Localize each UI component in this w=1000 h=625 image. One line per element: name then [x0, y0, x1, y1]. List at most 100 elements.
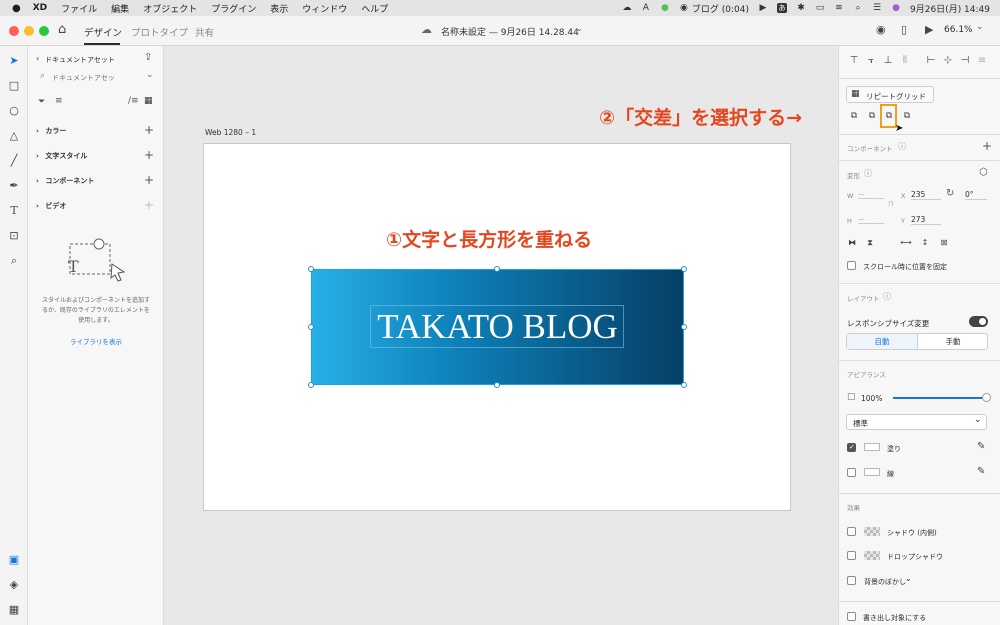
- opacity-slider-track[interactable]: [893, 397, 984, 399]
- sort-icon[interactable]: ≡: [55, 96, 63, 106]
- border-checkbox[interactable]: [847, 468, 856, 477]
- rotate-icon[interactable]: ↻: [946, 188, 954, 199]
- selection-handle-middle-right[interactable]: [681, 324, 687, 330]
- filter-icon[interactable]: ⏷: [38, 97, 45, 107]
- rotation-field[interactable]: 0°: [965, 190, 987, 200]
- transform-grid-icon[interactable]: ⊠: [938, 237, 950, 249]
- pen-tool-icon[interactable]: ✒: [6, 178, 22, 194]
- home-icon[interactable]: ⌂: [58, 22, 66, 37]
- menu-window[interactable]: ウィンドウ: [302, 2, 347, 15]
- search-icon[interactable]: ⌕: [853, 3, 863, 13]
- text-tool-icon[interactable]: T: [6, 203, 22, 219]
- zoom-window-button[interactable]: [39, 26, 49, 36]
- minimize-window-button[interactable]: [24, 26, 34, 36]
- control-center-icon[interactable]: ☰: [872, 3, 882, 13]
- search-box[interactable]: ⌕ ⌄: [36, 70, 158, 85]
- subtract-icon[interactable]: ⧉: [866, 110, 878, 122]
- width-field[interactable]: —: [858, 190, 884, 199]
- zoom-chevron-icon[interactable]: ⌄: [976, 22, 984, 32]
- responsive-resize-toggle[interactable]: [969, 316, 988, 327]
- bluetooth-icon[interactable]: ✱: [796, 3, 806, 13]
- align-right-icon[interactable]: ⊣: [959, 55, 971, 67]
- selection-handle-top-center[interactable]: [494, 266, 500, 272]
- menu-object[interactable]: オブジェクト: [143, 2, 197, 15]
- ellipse-tool-icon[interactable]: ○: [6, 103, 22, 119]
- play-circle-icon[interactable]: ▶: [758, 3, 768, 13]
- selection-handle-top-left[interactable]: [308, 266, 314, 272]
- inner-shadow-checkbox[interactable]: [847, 527, 856, 536]
- add-union-icon[interactable]: ⧉: [848, 110, 860, 122]
- siri-icon[interactable]: ●: [891, 3, 901, 13]
- list-view-icon[interactable]: /≡: [128, 96, 139, 106]
- search-dropdown-icon[interactable]: ⌄: [146, 70, 154, 80]
- share-export-icon[interactable]: ⇪: [144, 52, 152, 63]
- info-icon[interactable]: ⓘ: [864, 168, 872, 179]
- opacity-value[interactable]: 100%: [861, 394, 882, 403]
- artboard-tool-icon[interactable]: ⊡: [6, 228, 22, 244]
- manual-segment[interactable]: 手動: [918, 334, 988, 349]
- back-chevron-icon[interactable]: ‹: [36, 54, 39, 63]
- lock-aspect-icon[interactable]: ⊓: [888, 200, 893, 208]
- layers-panel-icon[interactable]: ◈: [6, 577, 22, 593]
- play-preview-icon[interactable]: ▶: [925, 23, 933, 36]
- add-video-icon[interactable]: +: [144, 198, 154, 212]
- menu-view[interactable]: 表示: [270, 2, 288, 15]
- status-green-dot-icon[interactable]: ●: [660, 3, 670, 13]
- add-component-icon[interactable]: +: [982, 139, 992, 153]
- selection-handle-bottom-right[interactable]: [681, 382, 687, 388]
- align-left-icon[interactable]: ⊢: [925, 55, 937, 67]
- section-video[interactable]: › ビデオ +: [36, 198, 156, 213]
- info-icon[interactable]: ⓘ: [883, 291, 891, 302]
- background-blur-checkbox[interactable]: [847, 576, 856, 585]
- apple-icon[interactable]: ●: [12, 3, 21, 14]
- menu-app-name[interactable]: XD: [33, 3, 47, 13]
- triangle-tool-icon[interactable]: △: [6, 128, 22, 144]
- height-field[interactable]: —: [858, 215, 884, 224]
- flip-vertical-icon[interactable]: ⧗: [864, 237, 876, 249]
- align-center-icon[interactable]: ⊹: [942, 55, 954, 67]
- section-colors[interactable]: › カラー +: [36, 123, 156, 138]
- fill-checkbox[interactable]: [847, 443, 856, 452]
- input-method-icon[interactable]: あ: [777, 3, 787, 13]
- tab-share[interactable]: 共有: [195, 25, 214, 39]
- tab-prototype[interactable]: プロトタイプ: [131, 25, 188, 39]
- add-component-icon[interactable]: +: [144, 173, 154, 187]
- opacity-slider-thumb[interactable]: [982, 393, 991, 402]
- selection-handle-bottom-left[interactable]: [308, 382, 314, 388]
- add-color-icon[interactable]: +: [144, 123, 154, 137]
- creative-cloud-icon[interactable]: ☁: [622, 3, 632, 13]
- distribute-horizontal-icon[interactable]: ≡: [976, 55, 988, 67]
- x-position-field[interactable]: 235: [911, 190, 941, 200]
- battery-icon[interactable]: ▭: [815, 3, 825, 13]
- menu-file[interactable]: ファイル: [61, 2, 97, 15]
- zoom-tool-icon[interactable]: ⌕: [6, 253, 22, 269]
- menu-edit[interactable]: 編集: [111, 2, 129, 15]
- document-title[interactable]: 名称未設定 — 9月26日 14.28.44: [441, 25, 579, 38]
- fill-color-swatch[interactable]: [864, 443, 880, 451]
- repeat-grid-button[interactable]: ▦ リピートグリッド: [846, 86, 934, 103]
- close-window-button[interactable]: [9, 26, 19, 36]
- recording-status[interactable]: ◉ ブログ (0:04): [679, 2, 749, 15]
- selection-handle-bottom-center[interactable]: [494, 382, 500, 388]
- inner-shadow-swatch[interactable]: [864, 527, 880, 536]
- wifi-icon[interactable]: ≋: [834, 3, 844, 13]
- line-tool-icon[interactable]: ╱: [6, 153, 22, 169]
- clock[interactable]: 9月26日(月) 14:49: [910, 2, 990, 15]
- exclude-overlap-icon[interactable]: ⧉: [901, 110, 913, 122]
- y-position-field[interactable]: 273: [911, 215, 941, 225]
- account-icon[interactable]: ◉: [876, 23, 886, 36]
- status-a-icon[interactable]: A: [641, 3, 651, 13]
- rectangle-tool-icon[interactable]: □: [6, 78, 22, 94]
- auto-segment[interactable]: 自動: [847, 334, 918, 349]
- device-preview-icon[interactable]: ▯: [901, 23, 907, 36]
- fill-eyedropper-icon[interactable]: ✎: [977, 441, 985, 452]
- border-eyedropper-icon[interactable]: ✎: [977, 466, 985, 477]
- fit-width-icon[interactable]: ⟷: [900, 237, 912, 249]
- drop-shadow-swatch[interactable]: [864, 551, 880, 560]
- export-target-checkbox[interactable]: [847, 612, 856, 621]
- distribute-vertical-icon[interactable]: ⦀: [899, 55, 911, 67]
- intersect-icon[interactable]: ⧉: [883, 110, 895, 122]
- blend-mode-select[interactable]: 標準 ⌄: [846, 414, 987, 430]
- assets-panel-icon[interactable]: ▣: [6, 552, 22, 568]
- border-color-swatch[interactable]: [864, 468, 880, 476]
